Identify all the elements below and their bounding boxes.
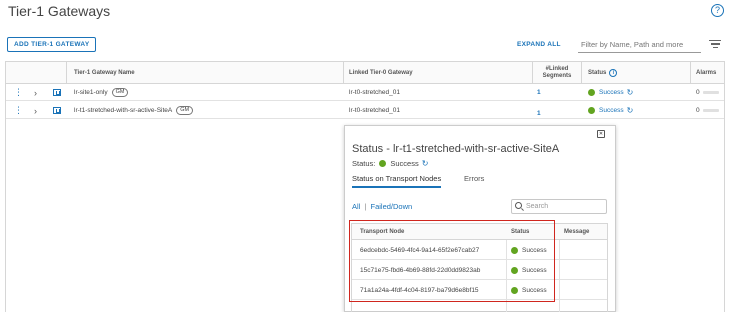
- gm-badge: GM: [111, 88, 129, 97]
- search-input[interactable]: Search: [511, 199, 607, 214]
- popover-title: Status - lr-t1-stretched-with-sr-active-…: [352, 143, 560, 155]
- status-cell[interactable]: Success ↻: [588, 84, 633, 101]
- linked-segments-link[interactable]: 1: [537, 84, 541, 101]
- filter-all-link[interactable]: All: [352, 202, 360, 211]
- alarms-count: 0: [696, 89, 700, 96]
- help-icon[interactable]: ?: [711, 4, 724, 17]
- expand-all-link[interactable]: EXPAND ALL: [517, 41, 561, 48]
- alarms-cell: 0: [696, 84, 719, 101]
- filter-input[interactable]: [578, 37, 701, 53]
- status-cell[interactable]: Success ↻: [588, 102, 633, 119]
- table-row[interactable]: ⋮ › lr-t1-stretched-with-sr-active-SiteA…: [6, 102, 724, 119]
- search-placeholder: Search: [526, 203, 549, 210]
- highlight-box: [349, 220, 555, 302]
- row-menu-icon[interactable]: ⋮: [14, 102, 23, 119]
- col-header-status[interactable]: Status i: [588, 62, 618, 84]
- success-dot-icon: [588, 89, 595, 96]
- gateway-icon: [53, 102, 61, 119]
- close-icon[interactable]: ✕: [597, 130, 605, 138]
- status-text[interactable]: Success: [599, 89, 624, 96]
- filter-icon[interactable]: [709, 40, 721, 49]
- chevron-right-icon[interactable]: ›: [34, 84, 37, 101]
- linked-t0-cell: lr-t0-stretched_01: [349, 89, 400, 96]
- page-title: Tier-1 Gateways: [8, 3, 111, 19]
- tab-errors[interactable]: Errors: [464, 174, 484, 186]
- gm-badge: GM: [176, 106, 194, 115]
- popover-tabs: Status on Transport Nodes Errors: [352, 174, 592, 188]
- search-icon: [515, 202, 522, 209]
- table-header: Tier-1 Gateway Name Linked Tier-0 Gatewa…: [6, 62, 724, 84]
- success-dot-icon: [379, 160, 387, 167]
- alarms-cell: 0: [696, 102, 719, 119]
- popover-status-value: Success: [390, 159, 419, 168]
- row-menu-icon[interactable]: ⋮: [14, 84, 23, 101]
- success-dot-icon: [588, 107, 595, 114]
- add-tier1-gateway-button[interactable]: ADD TIER-1 GATEWAY: [7, 37, 97, 52]
- refresh-icon[interactable]: ↻: [627, 88, 634, 97]
- table-row[interactable]: ⋮ › lr-site1-only GM lr-t0-stretched_01 …: [6, 84, 724, 101]
- alarm-bar: [702, 91, 719, 94]
- col-header-status-label: Status: [588, 69, 607, 76]
- popover-status: Status: Success ↻: [352, 159, 428, 168]
- tab-status-on-transport-nodes[interactable]: Status on Transport Nodes: [352, 174, 442, 188]
- col-header-alarms[interactable]: Alarms: [696, 62, 716, 84]
- alarm-bar: [702, 109, 719, 112]
- linked-segments-link[interactable]: 1: [537, 105, 541, 122]
- filter-failed-link[interactable]: Failed/Down: [370, 202, 412, 211]
- col-header-message[interactable]: Message: [564, 224, 589, 240]
- gateway-name-cell[interactable]: lr-site1-only GM: [74, 84, 129, 101]
- refresh-icon[interactable]: ↻: [422, 159, 429, 168]
- linked-t0-cell: lr-t0-stretched_01: [349, 107, 400, 114]
- chevron-right-icon[interactable]: ›: [34, 102, 37, 119]
- col-header-name[interactable]: Tier-1 Gateway Name: [74, 62, 135, 84]
- status-text[interactable]: Success: [599, 107, 624, 114]
- status-filter: All | Failed/Down: [352, 202, 412, 211]
- popover-status-label: Status:: [352, 159, 376, 168]
- alarms-count: 0: [696, 107, 700, 114]
- gateway-name: lr-t1-stretched-with-sr-active-SiteA: [74, 107, 173, 114]
- col-header-linked-segments[interactable]: #Linked Segments: [537, 62, 577, 84]
- col-header-linked-t0[interactable]: Linked Tier-0 Gateway: [349, 62, 413, 84]
- filter-separator: |: [364, 202, 367, 211]
- refresh-icon[interactable]: ↻: [627, 106, 634, 115]
- gateway-icon: [53, 84, 61, 101]
- gateway-name-cell[interactable]: lr-t1-stretched-with-sr-active-SiteA GM: [74, 102, 194, 119]
- gateway-name: lr-site1-only: [74, 89, 108, 96]
- info-icon[interactable]: i: [609, 69, 618, 77]
